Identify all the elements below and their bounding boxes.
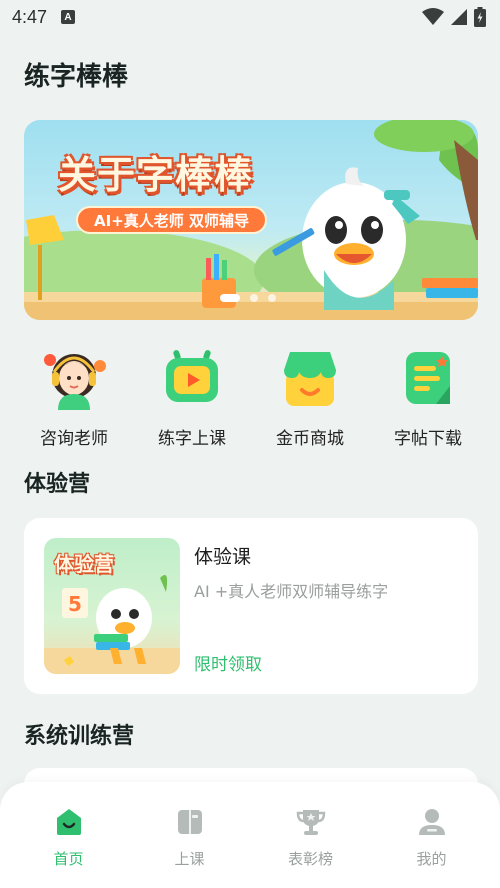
home-icon [53,806,85,838]
tab-label: 我的 [416,850,447,868]
thumbnail-title: 体验营 [54,552,114,576]
trial-section-title: 体验营 [24,472,91,497]
banner-dot [250,294,258,302]
tab-leaderboard[interactable]: 表彰榜 [261,782,361,888]
quick-entry-practice-class[interactable]: 练字上课 [142,346,242,449]
tab-home[interactable]: 首页 [19,782,119,888]
tab-label: 上课 [174,850,205,868]
banner-dot [268,294,276,302]
banner-subtitle: AI+真人老师 双师辅导 [76,206,267,234]
banner-pagination [220,294,276,302]
trial-course-card[interactable]: 体验营 5 体验课 AI +真人老师双师辅导练字 限时领取 [24,518,478,694]
quick-entry-copybook-download[interactable]: 字帖下载 [378,346,478,449]
bottom-tab-bar: 首页 上课 表彰榜 我的 [0,782,500,888]
trophy-icon [295,806,327,838]
status-time: 4:47 [12,6,48,27]
tab-label: 表彰榜 [287,850,333,868]
user-icon [416,806,448,838]
tab-label: 首页 [53,850,84,868]
quick-entry-label: 咨询老师 [40,429,108,449]
book-icon [174,806,206,838]
wifi-icon [422,8,444,25]
quick-entry-label: 金币商城 [276,429,344,449]
banner-title: 关于字棒棒 [58,153,254,197]
copybook-icon [396,346,460,410]
tab-profile[interactable]: 我的 [382,782,482,888]
quick-entry-coin-shop[interactable]: 金币商城 [260,346,360,449]
trial-course-name: 体验课 [194,546,252,568]
quick-entry-consult-teacher[interactable]: 咨询老师 [24,346,124,449]
banner-dot-active [220,294,240,302]
quick-entry-label: 练字上课 [158,429,226,449]
shop-icon [278,346,342,410]
tv-play-icon [160,346,224,410]
quick-entry-label: 字帖下载 [394,429,462,449]
signal-icon [451,9,467,25]
thumbnail-number: 5 [68,592,82,616]
claim-now-link[interactable]: 限时领取 [194,650,262,675]
tab-class[interactable]: 上课 [140,782,240,888]
trial-course-thumbnail: 体验营 5 [44,538,180,674]
battery-icon [474,7,486,27]
trial-course-description: AI +真人老师双师辅导练字 [194,582,389,601]
consult-teacher-icon [42,346,106,410]
promo-banner[interactable]: 关于字棒棒 AI+真人老师 双师辅导 [24,120,478,320]
notification-icon: A [61,10,76,24]
page-title: 练字棒棒 [24,62,129,92]
status-icons [422,7,486,27]
quick-entry-row: 咨询老师 练字上课 金币商城 字帖下载 [24,346,478,449]
system-section-title: 系统训练营 [24,724,135,749]
status-bar: 4:47 A [0,0,500,34]
